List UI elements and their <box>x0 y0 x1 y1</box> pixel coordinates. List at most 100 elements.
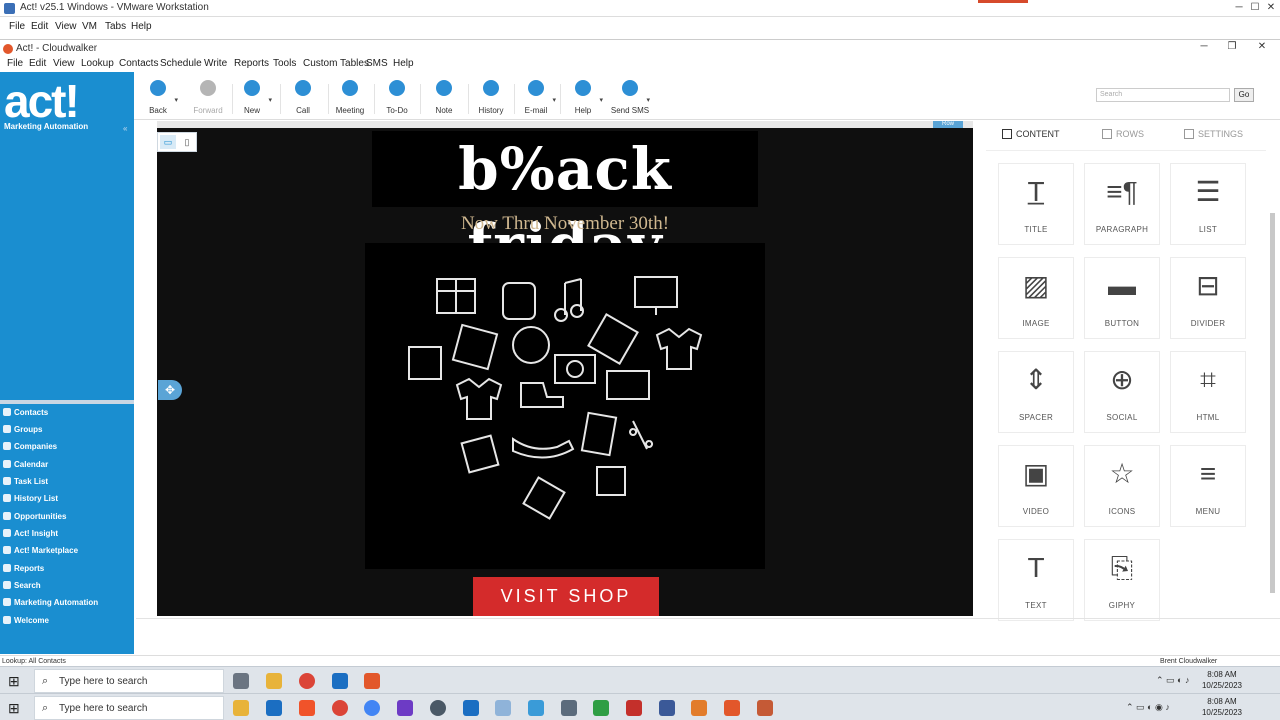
powerpoint-icon[interactable] <box>757 700 773 716</box>
row-move-handle-icon[interactable]: ✥ <box>158 380 182 400</box>
tray-icons[interactable]: ⌃ ▭ ◐ ♪ <box>1156 675 1189 686</box>
block-social[interactable]: ⊕ SOCIAL <box>1084 351 1160 433</box>
act-minimize-button[interactable]: ─ <box>1195 40 1213 54</box>
block-icons[interactable]: ☆ ICONS <box>1084 445 1160 527</box>
vm-menu-edit[interactable]: Edit <box>31 21 48 32</box>
act-menu-contacts[interactable]: Contacts <box>119 58 158 69</box>
terminal-icon[interactable] <box>528 700 544 716</box>
sidebar-item-task-list[interactable]: Task List <box>3 477 48 491</box>
act-menu-custom-tables[interactable]: Custom Tables <box>303 58 369 69</box>
chrome-profile-icon[interactable] <box>364 700 380 716</box>
act-menu-edit[interactable]: Edit <box>29 58 46 69</box>
sidebar-item-act-marketplace[interactable]: Act! Marketplace <box>3 546 78 560</box>
sidebar-item-welcome[interactable]: Welcome <box>3 616 49 630</box>
sidebar-item-groups[interactable]: Groups <box>3 425 42 439</box>
meeting-button[interactable]: Meeting <box>328 80 372 115</box>
todo-button[interactable]: To-Do <box>375 80 419 115</box>
act-menu-tools[interactable]: Tools <box>273 58 296 69</box>
file-explorer-icon[interactable] <box>266 673 282 689</box>
act-close-button[interactable]: ✕ <box>1253 40 1271 54</box>
tab-settings[interactable]: SETTINGS <box>1184 129 1243 139</box>
history-button[interactable]: History <box>469 80 513 115</box>
vm-menu-vm[interactable]: VM <box>82 21 97 32</box>
block-list[interactable]: ☰ LIST <box>1170 163 1246 245</box>
collapse-sidebar-icon[interactable]: « <box>123 124 127 133</box>
sidebar-item-opportunities[interactable]: Opportunities <box>3 512 66 526</box>
guest-clock[interactable]: 8:08 AM 10/25/2023 <box>1202 669 1242 691</box>
send-sms-button[interactable]: Send SMS ▾ <box>608 80 652 115</box>
sidebar-item-history-list[interactable]: History List <box>3 494 58 508</box>
sidebar-item-reports[interactable]: Reports <box>3 564 44 578</box>
promo-subheadline[interactable]: Now Thru November 30th! <box>365 213 765 235</box>
act-menu-help[interactable]: Help <box>393 58 414 69</box>
vm-close-button[interactable]: ✕ <box>1262 1 1280 15</box>
block-button[interactable]: ▬ BUTTON <box>1084 257 1160 339</box>
tray-icons[interactable]: ⌃ ▭ ◐ ◉ ♪ <box>1126 702 1170 713</box>
vm-menu-view[interactable]: View <box>55 21 77 32</box>
act-host-icon[interactable] <box>724 700 740 716</box>
host-clock[interactable]: 8:08 AM 10/25/2023 <box>1202 696 1242 718</box>
tab-content[interactable]: CONTENT <box>1002 129 1060 139</box>
act-menu-write[interactable]: Write <box>204 58 227 69</box>
task-view-icon[interactable] <box>233 673 249 689</box>
panel-scrollbar[interactable] <box>1270 213 1275 593</box>
security-icon[interactable] <box>463 700 479 716</box>
vm-menu-help[interactable]: Help <box>131 21 152 32</box>
act-restore-button[interactable]: ❐ <box>1223 40 1241 54</box>
email-button[interactable]: E-mail ▾ <box>514 80 558 115</box>
block-divider[interactable]: ⊟ DIVIDER <box>1170 257 1246 339</box>
act-menu-reports[interactable]: Reports <box>234 58 269 69</box>
sidebar-item-marketing-automation[interactable]: Marketing Automation <box>3 598 98 612</box>
github-icon[interactable] <box>430 700 446 716</box>
windows-start-icon[interactable]: ⊞ <box>8 674 22 688</box>
mobile-preview-icon[interactable]: ▯ <box>180 135 194 149</box>
chrome-icon[interactable] <box>299 673 315 689</box>
block-video[interactable]: ▣ VIDEO <box>998 445 1074 527</box>
sidebar-item-search[interactable]: Search <box>3 581 41 595</box>
act-menu-view[interactable]: View <box>53 58 75 69</box>
block-title[interactable]: T̲ TITLE <box>998 163 1074 245</box>
sidebar-item-act-insight[interactable]: Act! Insight <box>3 529 58 543</box>
visit-shop-button[interactable]: VISIT SHOP <box>473 577 659 616</box>
sidebar-item-contacts[interactable]: Contacts <box>3 408 48 422</box>
video-app-icon[interactable] <box>626 700 642 716</box>
taskbar-search-input[interactable]: ⌕ Type here to search <box>34 669 224 693</box>
block-html[interactable]: ⌗ HTML <box>1170 351 1246 433</box>
toolbar-search-input[interactable]: Search <box>1096 88 1230 102</box>
block-paragraph[interactable]: ≡¶ PARAGRAPH <box>1084 163 1160 245</box>
chrome-icon[interactable] <box>332 700 348 716</box>
file-explorer-icon[interactable] <box>233 700 249 716</box>
app-icon[interactable] <box>397 700 413 716</box>
act-menu-sms[interactable]: SMS <box>366 58 388 69</box>
black-friday-headline[interactable]: b%ack friday <box>372 131 758 279</box>
block-image[interactable]: ▨ IMAGE <box>998 257 1074 339</box>
desktop-preview-icon[interactable]: ▭ <box>160 135 176 149</box>
act-menu-lookup[interactable]: Lookup <box>81 58 114 69</box>
tab-rows[interactable]: ROWS <box>1102 129 1144 139</box>
note-button[interactable]: Note <box>422 80 466 115</box>
act-taskbar-icon[interactable] <box>364 673 380 689</box>
recorder-icon[interactable] <box>691 700 707 716</box>
vmware-icon[interactable] <box>495 700 511 716</box>
mail-icon[interactable] <box>659 700 675 716</box>
sidebar-item-companies[interactable]: Companies <box>3 442 57 456</box>
act-menu-schedule[interactable]: Schedule <box>160 58 202 69</box>
sidebar-item-calendar[interactable]: Calendar <box>3 460 48 474</box>
block-giphy[interactable]: ⎘ GIPHY <box>1084 539 1160 621</box>
block-spacer[interactable]: ⇕ SPACER <box>998 351 1074 433</box>
block-text[interactable]: T TEXT <box>998 539 1074 621</box>
device-preview-toggle[interactable]: ▭ ▯ <box>157 132 197 152</box>
back-button[interactable]: Back ▾ <box>136 80 180 115</box>
email-editor-canvas[interactable]: Row ▭ ▯ b%ack friday Now Thru November 3… <box>157 121 973 616</box>
host-taskbar-search-input[interactable]: ⌕ Type here to search <box>34 696 224 720</box>
block-menu[interactable]: ≡ MENU <box>1170 445 1246 527</box>
go-button[interactable]: Go <box>1234 88 1254 102</box>
help-button[interactable]: Help ▾ <box>561 80 605 115</box>
windows-start-icon[interactable]: ⊞ <box>8 701 22 715</box>
calculator-icon[interactable] <box>561 700 577 716</box>
brave-icon[interactable] <box>299 700 315 716</box>
outlook-icon[interactable] <box>332 673 348 689</box>
sidebar-splitter[interactable] <box>0 400 134 404</box>
vm-menu-tabs[interactable]: Tabs <box>105 21 126 32</box>
act-menu-file[interactable]: File <box>7 58 23 69</box>
